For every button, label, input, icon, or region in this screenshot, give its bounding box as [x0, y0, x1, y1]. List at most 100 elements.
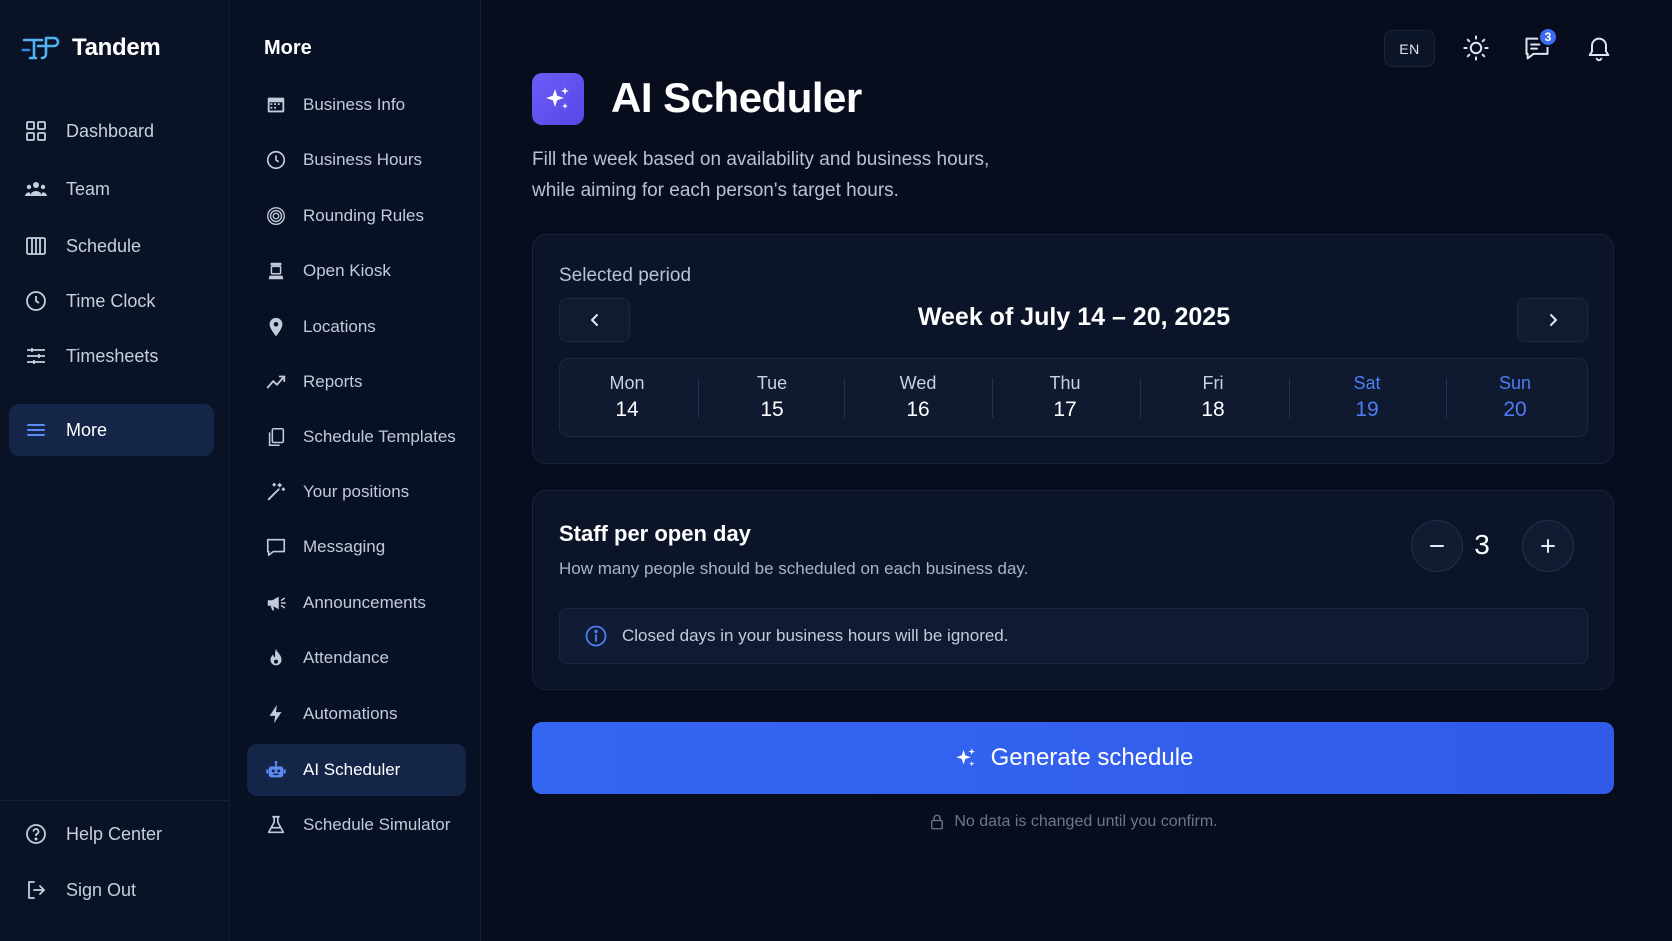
- day-sun[interactable]: Sun 20: [1499, 359, 1531, 438]
- page-description-line-2: while aiming for each person's target ho…: [532, 180, 899, 201]
- sidebar-item-dashboard[interactable]: Dashboard: [9, 105, 214, 157]
- theme-toggle-button[interactable]: [1461, 33, 1491, 63]
- sidebar-item-more[interactable]: More: [9, 404, 214, 456]
- day-mon[interactable]: Mon 14: [609, 359, 644, 438]
- messages-button[interactable]: 3: [1522, 27, 1558, 63]
- notifications-button[interactable]: [1584, 33, 1614, 63]
- footnote-text: No data is changed until you confirm.: [954, 813, 1218, 830]
- footnote: No data is changed until you confirm.: [532, 813, 1614, 831]
- day-number: 20: [1503, 398, 1527, 421]
- day-number: 18: [1201, 398, 1225, 421]
- day-divider: [1446, 378, 1447, 418]
- flask-icon: [267, 815, 285, 834]
- day-divider: [1140, 378, 1141, 418]
- magic-wand-icon: [267, 482, 286, 501]
- more-item-label: AI Scheduler: [303, 760, 401, 779]
- tandem-logo-icon: [21, 36, 60, 60]
- day-number: 15: [760, 398, 784, 421]
- clock-icon: [26, 291, 46, 311]
- sidebar-item-time-clock[interactable]: Time Clock: [9, 275, 214, 327]
- day-name: Sat: [1353, 373, 1381, 393]
- day-name: Fri: [1202, 373, 1224, 393]
- more-panel: More Business Info Business Hours Roundi…: [231, 0, 481, 941]
- more-item-announcements[interactable]: Announcements: [247, 577, 466, 629]
- more-item-open-kiosk[interactable]: Open Kiosk: [247, 245, 466, 297]
- sparkles-icon: [546, 87, 569, 109]
- more-item-attendance[interactable]: Attendance: [247, 632, 466, 684]
- more-item-your-positions[interactable]: Your positions: [247, 466, 466, 518]
- chart-line-icon: [266, 375, 286, 389]
- sidebar-item-label: Schedule: [66, 235, 142, 256]
- more-item-ai-scheduler[interactable]: AI Scheduler: [247, 744, 466, 796]
- increment-button[interactable]: [1522, 520, 1574, 572]
- messages-badge: 3: [1538, 27, 1558, 47]
- more-item-rounding-rules[interactable]: Rounding Rules: [247, 190, 466, 242]
- flame-icon: [270, 648, 282, 666]
- chat-icon: [266, 538, 286, 557]
- team-icon: [25, 182, 47, 196]
- page-description-line-1: Fill the week based on availability and …: [532, 149, 990, 170]
- app-root: Tandem Dashboard Team Schedule Time Cloc…: [0, 0, 1672, 941]
- generate-schedule-button[interactable]: Generate schedule: [532, 722, 1614, 794]
- more-item-messaging[interactable]: Messaging: [247, 521, 466, 573]
- brand[interactable]: Tandem: [20, 30, 161, 66]
- more-item-locations[interactable]: Locations: [247, 301, 466, 353]
- clock-icon: [266, 150, 286, 170]
- sidebar-item-timesheets[interactable]: Timesheets: [9, 330, 214, 382]
- plus-icon: [1541, 539, 1555, 553]
- sidebar-item-label: Timesheets: [66, 345, 159, 366]
- schedule-icon: [26, 237, 46, 255]
- more-item-label: Rounding Rules: [303, 206, 424, 225]
- more-item-label: Attendance: [303, 648, 390, 667]
- more-item-business-info[interactable]: Business Info: [247, 79, 466, 131]
- robot-icon: [266, 760, 286, 778]
- day-thu[interactable]: Thu 17: [1049, 359, 1080, 438]
- more-item-label: Messaging: [303, 537, 386, 556]
- more-item-label: Reports: [303, 372, 363, 391]
- page-description: Fill the week based on availability and …: [532, 144, 1052, 206]
- more-panel-title: More: [264, 37, 312, 59]
- sidebar-item-label: Sign Out: [66, 879, 137, 900]
- dashboard-icon: [26, 121, 46, 141]
- info-icon: [585, 625, 607, 647]
- decrement-button[interactable]: [1411, 520, 1463, 572]
- staff-subtitle: How many people should be scheduled on e…: [559, 559, 1029, 578]
- info-text: Closed days in your business hours will …: [622, 626, 1009, 645]
- period-card: Selected period Week of July 14 – 20, 20…: [532, 234, 1614, 464]
- page-title: AI Scheduler: [611, 74, 862, 121]
- day-divider: [844, 378, 845, 418]
- more-item-schedule-simulator[interactable]: Schedule Simulator: [247, 799, 466, 851]
- more-item-reports[interactable]: Reports: [247, 356, 466, 408]
- sidebar-item-help-center[interactable]: Help Center: [9, 808, 214, 860]
- day-wed[interactable]: Wed 16: [900, 359, 937, 438]
- language-button[interactable]: EN: [1384, 30, 1435, 67]
- day-tue[interactable]: Tue 15: [757, 359, 787, 438]
- sign-out-icon: [28, 881, 45, 899]
- day-sat[interactable]: Sat 19: [1353, 359, 1380, 438]
- page-icon: [532, 73, 584, 125]
- more-item-business-hours[interactable]: Business Hours: [247, 134, 466, 186]
- staff-card: Staff per open day How many people shoul…: [532, 490, 1614, 690]
- day-number: 17: [1053, 398, 1077, 421]
- sidebar-item-team[interactable]: Team: [9, 163, 214, 215]
- help-icon: [26, 824, 46, 844]
- kiosk-icon: [268, 262, 284, 280]
- day-fri[interactable]: Fri 18: [1201, 359, 1224, 438]
- menu-icon: [27, 424, 45, 436]
- sidebar: Tandem Dashboard Team Schedule Time Cloc…: [0, 0, 230, 941]
- copy-icon: [268, 427, 285, 447]
- more-item-label: Announcements: [303, 593, 426, 612]
- staff-count-value[interactable]: 3: [1466, 529, 1498, 561]
- more-item-schedule-templates[interactable]: Schedule Templates: [247, 411, 466, 463]
- bolt-icon: [269, 704, 282, 724]
- sidebar-item-sign-out[interactable]: Sign Out: [9, 864, 214, 916]
- sidebar-item-schedule[interactable]: Schedule: [9, 220, 214, 272]
- day-name: Sun: [1498, 373, 1532, 393]
- more-item-label: Business Hours: [303, 150, 423, 169]
- day-number: 14: [615, 398, 639, 421]
- week-title: Week of July 14 – 20, 2025: [917, 303, 1231, 331]
- day-divider: [1289, 378, 1290, 418]
- next-week-button[interactable]: [1517, 298, 1588, 342]
- bell-icon: [1588, 37, 1610, 62]
- more-item-automations[interactable]: Automations: [247, 688, 466, 740]
